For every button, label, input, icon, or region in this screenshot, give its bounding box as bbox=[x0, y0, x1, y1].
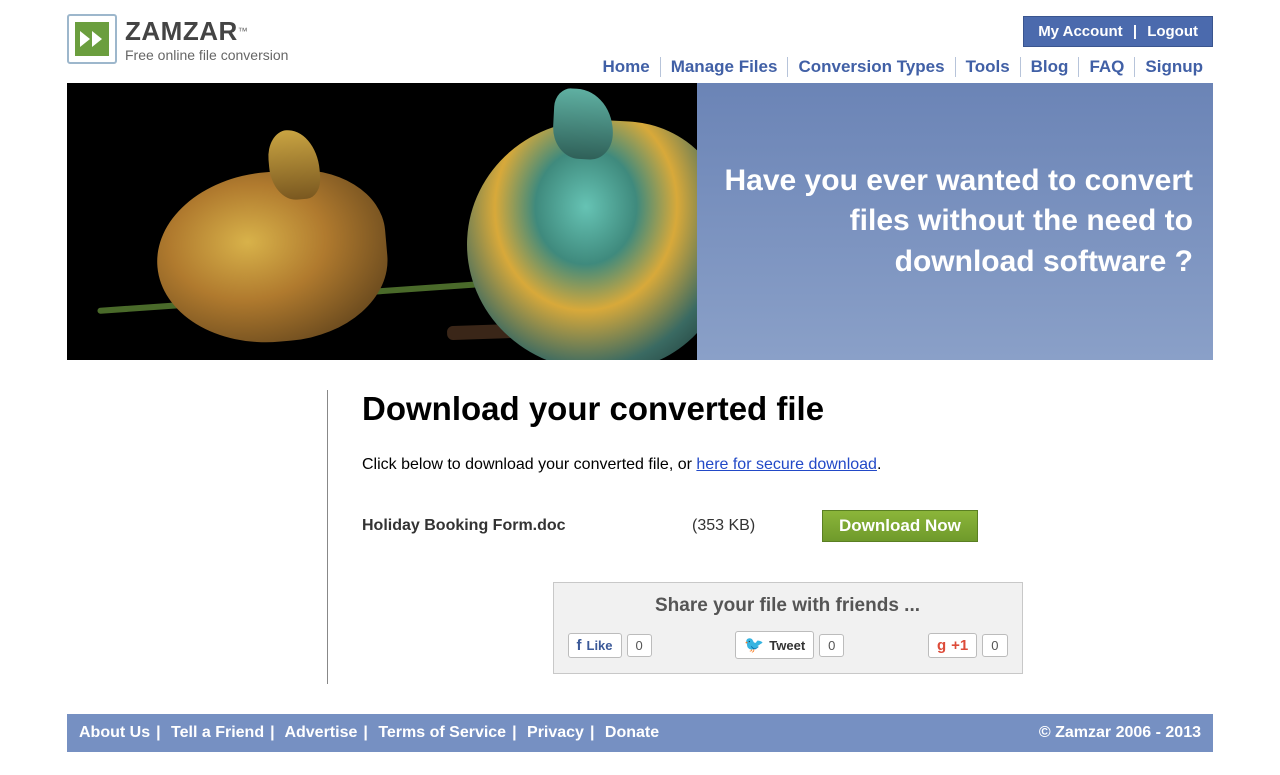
chameleon-left-icon bbox=[150, 162, 394, 351]
logo[interactable]: ZAMZAR™ Free online file conversion bbox=[67, 14, 288, 64]
footer-tell-friend[interactable]: Tell a Friend bbox=[171, 724, 264, 741]
facebook-icon: f bbox=[577, 637, 582, 654]
chameleon-right-icon bbox=[461, 113, 697, 360]
main-content: Download your converted file Click below… bbox=[67, 360, 1213, 714]
nav-manage-files[interactable]: Manage Files bbox=[661, 57, 788, 77]
gplus-label: +1 bbox=[951, 637, 968, 654]
brand-tagline: Free online file conversion bbox=[125, 47, 288, 63]
nav-signup[interactable]: Signup bbox=[1135, 57, 1213, 77]
secure-download-link[interactable]: here for secure download bbox=[696, 456, 877, 473]
nav-conversion-types[interactable]: Conversion Types bbox=[788, 57, 954, 77]
instruction-text: Click below to download your converted f… bbox=[362, 456, 1213, 474]
page-title: Download your converted file bbox=[362, 390, 1213, 428]
hero-banner: Have you ever wanted to convert files wi… bbox=[67, 83, 1213, 360]
file-name: Holiday Booking Form.doc bbox=[362, 517, 692, 535]
instruction-post: . bbox=[877, 456, 881, 473]
instruction-pre: Click below to download your converted f… bbox=[362, 456, 696, 473]
footer-donate[interactable]: Donate bbox=[605, 724, 659, 741]
nav-tools[interactable]: Tools bbox=[956, 57, 1020, 77]
logout-link[interactable]: Logout bbox=[1147, 23, 1198, 40]
trademark: ™ bbox=[238, 26, 248, 37]
download-now-button[interactable]: Download Now bbox=[822, 510, 978, 542]
footer-copyright: © Zamzar 2006 - 2013 bbox=[1039, 724, 1201, 742]
logo-icon bbox=[67, 14, 117, 64]
share-box: Share your file with friends ... f Like … bbox=[553, 582, 1023, 674]
hero-image bbox=[67, 83, 697, 360]
gplus-icon: g bbox=[937, 637, 946, 654]
main-nav: Home Manage Files Conversion Types Tools… bbox=[592, 57, 1213, 77]
brand-name: ZAMZAR bbox=[125, 16, 238, 46]
google-plus: g +1 0 bbox=[928, 631, 1008, 659]
facebook-like-button[interactable]: f Like bbox=[568, 633, 622, 658]
file-size: (353 KB) bbox=[692, 517, 822, 535]
file-row: Holiday Booking Form.doc (353 KB) Downlo… bbox=[362, 510, 1213, 542]
tweet-count: 0 bbox=[819, 634, 844, 657]
gplus-button[interactable]: g +1 bbox=[928, 633, 977, 658]
gplus-count: 0 bbox=[982, 634, 1007, 657]
footer-advertise[interactable]: Advertise bbox=[284, 724, 357, 741]
footer-tos[interactable]: Terms of Service bbox=[378, 724, 506, 741]
nav-faq[interactable]: FAQ bbox=[1079, 57, 1134, 77]
vertical-divider bbox=[327, 390, 328, 684]
share-title: Share your file with friends ... bbox=[568, 595, 1008, 617]
nav-home[interactable]: Home bbox=[592, 57, 659, 77]
footer: About Us| Tell a Friend| Advertise| Term… bbox=[67, 714, 1213, 752]
facebook-like: f Like 0 bbox=[568, 631, 652, 659]
tweet-label: Tweet bbox=[769, 638, 805, 653]
footer-links: About Us| Tell a Friend| Advertise| Term… bbox=[79, 724, 659, 742]
footer-about[interactable]: About Us bbox=[79, 724, 150, 741]
twitter-icon: 🐦 bbox=[744, 635, 764, 655]
like-label: Like bbox=[587, 638, 613, 653]
twitter-tweet: 🐦 Tweet 0 bbox=[735, 631, 844, 659]
account-bar: My Account | Logout bbox=[1023, 16, 1213, 47]
tweet-button[interactable]: 🐦 Tweet bbox=[735, 631, 814, 659]
hero-headline: Have you ever wanted to convert files wi… bbox=[717, 161, 1193, 283]
nav-blog[interactable]: Blog bbox=[1021, 57, 1079, 77]
like-count: 0 bbox=[627, 634, 652, 657]
header: ZAMZAR™ Free online file conversion My A… bbox=[67, 0, 1213, 83]
separator: | bbox=[1133, 23, 1137, 40]
my-account-link[interactable]: My Account bbox=[1038, 23, 1122, 40]
footer-privacy[interactable]: Privacy bbox=[527, 724, 584, 741]
